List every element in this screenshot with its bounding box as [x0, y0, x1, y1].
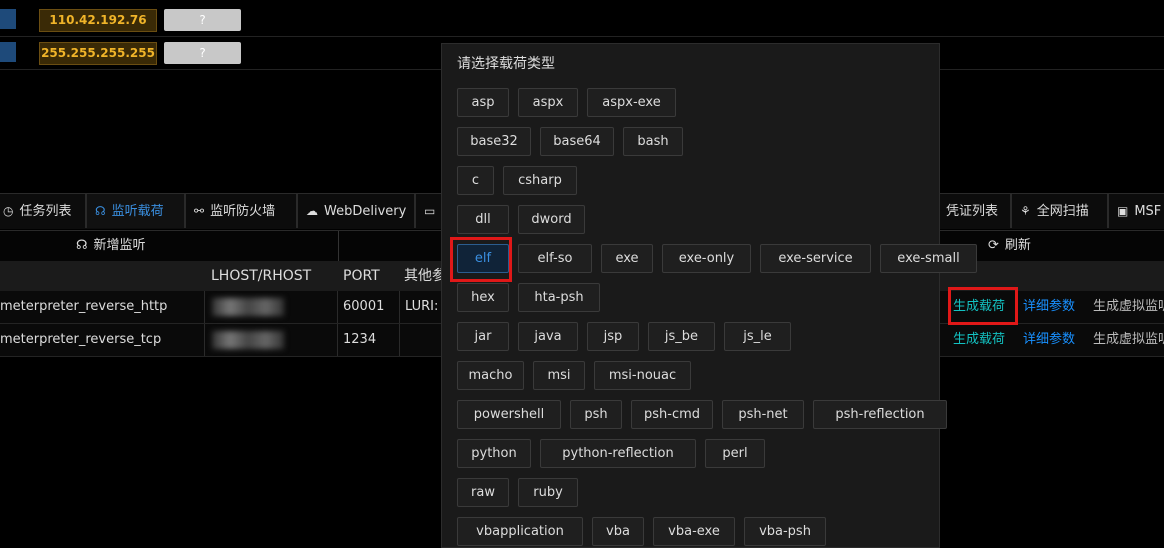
detail-params-link[interactable]: 详细参数 — [1023, 324, 1075, 356]
headphones-icon: ☊ — [76, 238, 88, 253]
redacted-host — [212, 331, 284, 349]
payload-type-option-js_be[interactable]: js_be — [648, 322, 715, 351]
tab-listener-payload[interactable]: ☊ 监听载荷 — [86, 193, 185, 228]
payload-type-option-aspx[interactable]: aspx — [518, 88, 578, 117]
divider — [204, 291, 205, 323]
tab-network-scan[interactable]: ⚘ 全网扫描 — [1011, 193, 1108, 228]
tab-task-list[interactable]: ◷ 任务列表 — [0, 193, 86, 228]
payload-type-option-exe-small[interactable]: exe-small — [880, 244, 977, 273]
row-checkbox[interactable] — [0, 9, 16, 29]
add-listener-button[interactable]: ☊ 新增监听 — [76, 231, 146, 261]
payload-type-option-python[interactable]: python — [457, 439, 531, 468]
generate-payload-link[interactable]: 生成载荷 — [953, 324, 1005, 356]
payload-type-option-exe[interactable]: exe — [601, 244, 653, 273]
generate-virtual-listener-link[interactable]: 生成虚拟监听 — [1093, 324, 1164, 356]
row-checkbox[interactable] — [0, 42, 16, 62]
payload-type-option-csharp[interactable]: csharp — [503, 166, 577, 195]
link-icon: ⚯ — [194, 204, 205, 218]
payload-type-option-ruby[interactable]: ruby — [518, 478, 578, 507]
payload-type-option-exe-service[interactable]: exe-service — [760, 244, 871, 273]
payload-type-option-hex[interactable]: hex — [457, 283, 509, 312]
clock-icon: ◷ — [3, 204, 14, 218]
unknown-button[interactable]: ? — [164, 9, 241, 31]
payload-type-option-vba-exe[interactable]: vba-exe — [653, 517, 735, 546]
column-header-port: PORT — [343, 268, 380, 284]
payload-type-option-jar[interactable]: jar — [457, 322, 509, 351]
payload-type-option-exe-only[interactable]: exe-only — [662, 244, 751, 273]
ip-badge: 110.42.192.76 — [39, 9, 157, 32]
column-header-other: 其他参 — [404, 268, 446, 284]
payload-type-option-psh-net[interactable]: psh-net — [722, 400, 804, 429]
headphones-icon: ☊ — [95, 204, 106, 218]
payload-type-option-c[interactable]: c — [457, 166, 494, 195]
payload-type-option-msi[interactable]: msi — [533, 361, 585, 390]
folder-icon: ▭ — [424, 204, 436, 218]
payload-type-option-java[interactable]: java — [518, 322, 578, 351]
unknown-button[interactable]: ? — [164, 42, 241, 64]
payload-type-option-asp[interactable]: asp — [457, 88, 509, 117]
payload-type-option-psh-reflection[interactable]: psh-reflection — [813, 400, 947, 429]
payload-type-option-vba-psh[interactable]: vba-psh — [744, 517, 826, 546]
detail-params-link[interactable]: 详细参数 — [1023, 291, 1075, 323]
payload-type-option-elf-so[interactable]: elf-so — [518, 244, 592, 273]
payload-type-option-bash[interactable]: bash — [623, 127, 683, 156]
highlight-box — [450, 237, 512, 282]
cloud-icon: ☁ — [306, 204, 318, 218]
divider — [399, 291, 400, 323]
payload-type-option-macho[interactable]: macho — [457, 361, 524, 390]
payload-type-option-psh[interactable]: psh — [570, 400, 622, 429]
refresh-icon: ⟳ — [988, 238, 999, 253]
tab-msf[interactable]: ▣ MSF — [1108, 193, 1164, 228]
payload-type-modal: 请选择载荷类型 asp aspx aspx-exe base32 base64 bash c… — [441, 43, 977, 548]
payload-type-option-vba[interactable]: vba — [592, 517, 644, 546]
redacted-host — [212, 298, 284, 316]
divider — [337, 291, 338, 323]
tab-credential-list[interactable]: 凭证列表 — [937, 193, 1011, 228]
payload-type-option-psh-cmd[interactable]: psh-cmd — [631, 400, 713, 429]
payload-type-option-jsp[interactable]: jsp — [587, 322, 639, 351]
payload-name: meterpreter_reverse_tcp — [0, 332, 162, 347]
bug-icon: ⚘ — [1020, 204, 1031, 218]
ip-row-1: 110.42.192.76 ? — [0, 2, 1164, 37]
payload-name: meterpreter_reverse_http — [0, 299, 168, 314]
payload-type-option-dword[interactable]: dword — [518, 205, 585, 234]
divider — [338, 231, 339, 261]
other-params: LURI: — [405, 299, 439, 314]
payload-type-option-hta-psh[interactable]: hta-psh — [518, 283, 600, 312]
port-value: 60001 — [343, 299, 385, 314]
payload-type-option-js_le[interactable]: js_le — [724, 322, 791, 351]
divider — [337, 324, 338, 356]
port-value: 1234 — [343, 332, 377, 347]
payload-type-option-dll[interactable]: dll — [457, 205, 509, 234]
refresh-button[interactable]: ⟳ 刷新 — [988, 231, 1031, 261]
tab-webdelivery[interactable]: ☁ WebDelivery — [297, 193, 415, 228]
payload-type-option-aspx-exe[interactable]: aspx-exe — [587, 88, 676, 117]
payload-type-option-msi-nouac[interactable]: msi-nouac — [594, 361, 691, 390]
payload-type-option-vbapplication[interactable]: vbapplication — [457, 517, 583, 546]
column-header-lhost: LHOST/RHOST — [211, 268, 312, 284]
terminal-icon: ▣ — [1117, 204, 1129, 218]
tab-listener-firewall[interactable]: ⚯ 监听防火墙 — [185, 193, 297, 228]
payload-type-option-base64[interactable]: base64 — [540, 127, 614, 156]
payload-type-option-perl[interactable]: perl — [705, 439, 765, 468]
payload-type-option-base32[interactable]: base32 — [457, 127, 531, 156]
payload-type-option-raw[interactable]: raw — [457, 478, 509, 507]
highlight-box — [948, 287, 1018, 325]
divider — [399, 324, 400, 356]
payload-type-option-powershell[interactable]: powershell — [457, 400, 561, 429]
divider — [204, 324, 205, 356]
ip-badge: 255.255.255.255 — [39, 42, 157, 65]
modal-title: 请选择载荷类型 — [457, 56, 555, 72]
generate-virtual-listener-link[interactable]: 生成虚拟监听 — [1093, 291, 1164, 323]
payload-type-option-python-reflection[interactable]: python-reflection — [540, 439, 696, 468]
